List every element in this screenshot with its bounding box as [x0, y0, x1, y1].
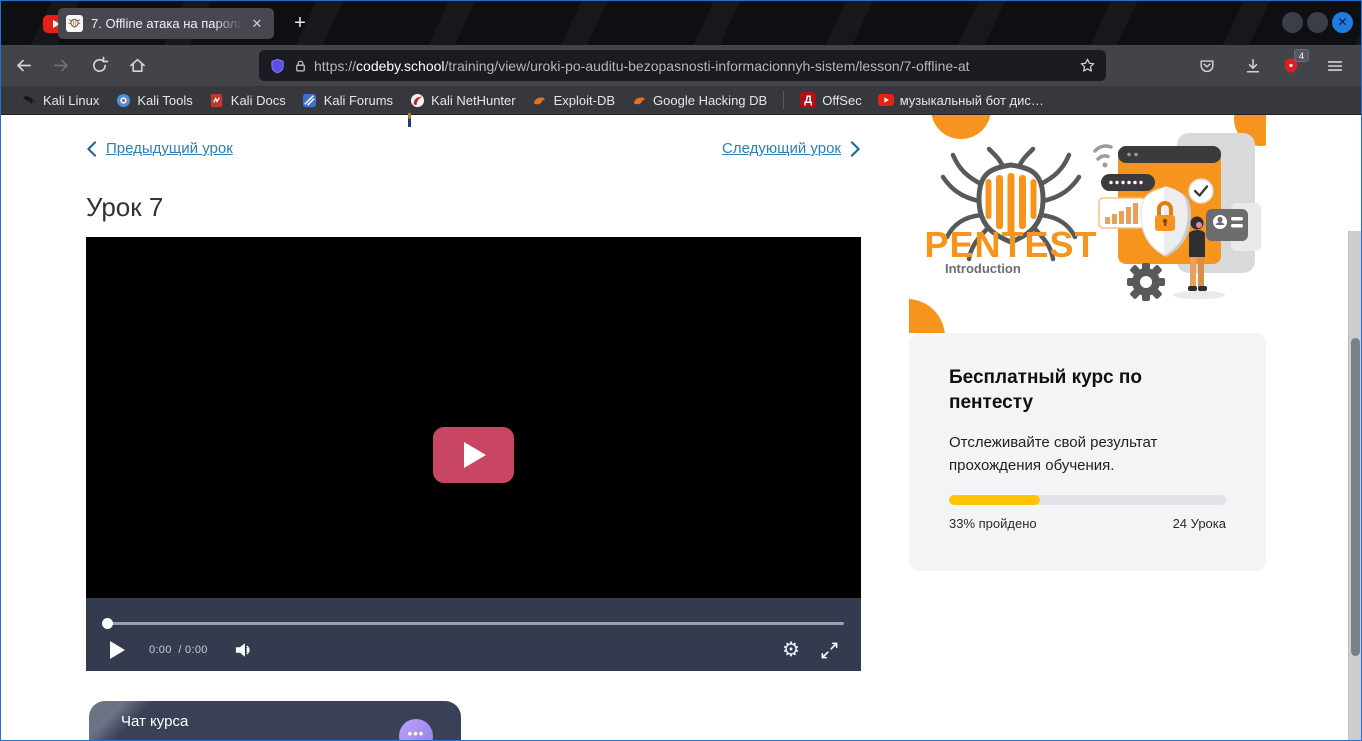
- kali-tools-icon: [115, 92, 131, 108]
- reload-icon[interactable]: [83, 50, 115, 82]
- play-button[interactable]: [110, 641, 125, 659]
- pentest-banner-illustration: PENTEST Introduction: [909, 115, 1266, 333]
- forward-icon[interactable]: [45, 50, 77, 82]
- bookmark-kali-forums[interactable]: Kali Forums: [294, 89, 401, 111]
- course-banner: PENTEST Introduction: [909, 115, 1266, 333]
- video-controls: 0:00 / 0:00 ⚙: [86, 598, 861, 671]
- course-card-title: Бесплатный курс по пентесту: [949, 365, 1209, 415]
- bookmark-exploit-db[interactable]: Exploit-DB: [524, 89, 623, 111]
- google-hacking-db-bird-icon: [631, 92, 647, 108]
- menu-hamburger-icon[interactable]: [1319, 50, 1351, 82]
- url-bar[interactable]: https://codeby.school/training/view/urok…: [259, 50, 1106, 81]
- kali-forums-icon: [302, 92, 318, 108]
- window-controls: ✕: [1282, 12, 1353, 33]
- minimize-button[interactable]: [1282, 12, 1303, 33]
- tab-title: 7. Offline атака на пароли: [91, 15, 242, 33]
- seek-bar[interactable]: [104, 620, 844, 628]
- home-icon[interactable]: [121, 50, 153, 82]
- bookmark-music-bot[interactable]: музыкальный бот дис…: [870, 89, 1052, 111]
- nav-toolbar: https://codeby.school/training/view/urok…: [1, 45, 1361, 86]
- seek-handle[interactable]: [102, 618, 113, 629]
- lesson-navigation: Предыдущий урок Следующий урок: [86, 140, 861, 157]
- clipped-heading-artifact: [408, 113, 411, 127]
- svg-text:Introduction: Introduction: [945, 261, 1021, 276]
- bookmarks-bar: Kali Linux Kali Tools Kali Docs Kali For…: [1, 86, 1361, 115]
- seek-track[interactable]: [104, 622, 844, 625]
- lock-icon[interactable]: [293, 58, 308, 74]
- fullscreen-icon[interactable]: [820, 641, 839, 660]
- toolbar-right-icons: 4: [1185, 45, 1351, 86]
- chat-label: Чат курса: [121, 713, 188, 730]
- chevron-right-icon: [850, 141, 861, 157]
- chat-bubble-icon[interactable]: •••: [399, 719, 433, 741]
- progress-percent-label: 33% пройдено: [949, 516, 1037, 531]
- page-content: Предыдущий урок Следующий урок Урок 7: [1, 116, 1347, 741]
- back-icon[interactable]: [7, 50, 39, 82]
- bookmark-kali-docs[interactable]: Kali Docs: [201, 89, 294, 111]
- bookmark-kali-tools[interactable]: Kali Tools: [107, 89, 200, 111]
- new-tab-button[interactable]: +: [287, 11, 313, 37]
- video-area[interactable]: [86, 237, 861, 598]
- bookmark-kali-linux[interactable]: Kali Linux: [13, 89, 107, 111]
- adblock-extension-icon[interactable]: 4: [1277, 52, 1305, 80]
- exploit-db-bird-icon: [532, 92, 548, 108]
- close-button[interactable]: ✕: [1332, 12, 1353, 33]
- browser-window: 7. Offline атака на пароли ✕ + ✕: [0, 0, 1362, 741]
- course-chat-widget[interactable]: Чат курса •••: [89, 701, 461, 741]
- codeby-spider-favicon-icon: [66, 15, 83, 32]
- bookmark-kali-nethunter[interactable]: Kali NetHunter: [401, 89, 524, 111]
- page-scrollbar[interactable]: [1348, 231, 1361, 741]
- bookmarks-separator: [783, 91, 784, 109]
- kali-docs-icon: [209, 92, 225, 108]
- url-text: https://codeby.school/training/view/urok…: [314, 57, 1079, 75]
- video-player: 0:00 / 0:00 ⚙: [86, 237, 861, 671]
- lesson-title: Урок 7: [86, 192, 163, 223]
- titlebar: 7. Offline атака на пароли ✕ + ✕: [1, 1, 1361, 45]
- next-lesson-link[interactable]: Следующий урок: [722, 140, 861, 157]
- extension-badge: 4: [1294, 49, 1309, 62]
- progress-fill: [949, 495, 1040, 505]
- tab-close-icon[interactable]: ✕: [248, 15, 266, 33]
- course-progress-track: [949, 495, 1226, 505]
- chevron-left-icon: [86, 141, 97, 157]
- kali-dragon-icon: [21, 92, 37, 108]
- youtube-icon: [878, 92, 894, 108]
- big-play-button[interactable]: [433, 427, 514, 483]
- volume-icon[interactable]: [234, 641, 254, 659]
- sidebar: PENTEST Introduction: [909, 116, 1266, 741]
- prev-lesson-link[interactable]: Предыдущий урок: [86, 140, 233, 157]
- downloads-icon[interactable]: [1237, 50, 1269, 82]
- time-display: 0:00 / 0:00: [149, 644, 208, 656]
- scrollbar-thumb[interactable]: [1351, 338, 1360, 656]
- tracking-protection-shield-icon[interactable]: [269, 57, 286, 75]
- kali-nethunter-icon: [409, 92, 425, 108]
- course-progress-card: Бесплатный курс по пентесту Отслеживайте…: [909, 333, 1266, 571]
- svg-text:PENTEST: PENTEST: [924, 224, 1097, 265]
- bookmark-offsec[interactable]: Д OffSec: [792, 89, 870, 111]
- tab-active[interactable]: 7. Offline атака на пароли ✕: [58, 8, 274, 39]
- lessons-count-label: 24 Урока: [1173, 516, 1226, 531]
- bookmark-google-hacking-db[interactable]: Google Hacking DB: [623, 89, 775, 111]
- maximize-button[interactable]: [1307, 12, 1328, 33]
- course-card-description: Отслеживайте свой результат прохождения …: [949, 431, 1219, 477]
- pocket-icon[interactable]: [1191, 50, 1223, 82]
- bookmark-star-icon[interactable]: [1079, 57, 1096, 74]
- offsec-icon: Д: [800, 92, 816, 108]
- settings-gear-icon[interactable]: ⚙: [782, 640, 800, 660]
